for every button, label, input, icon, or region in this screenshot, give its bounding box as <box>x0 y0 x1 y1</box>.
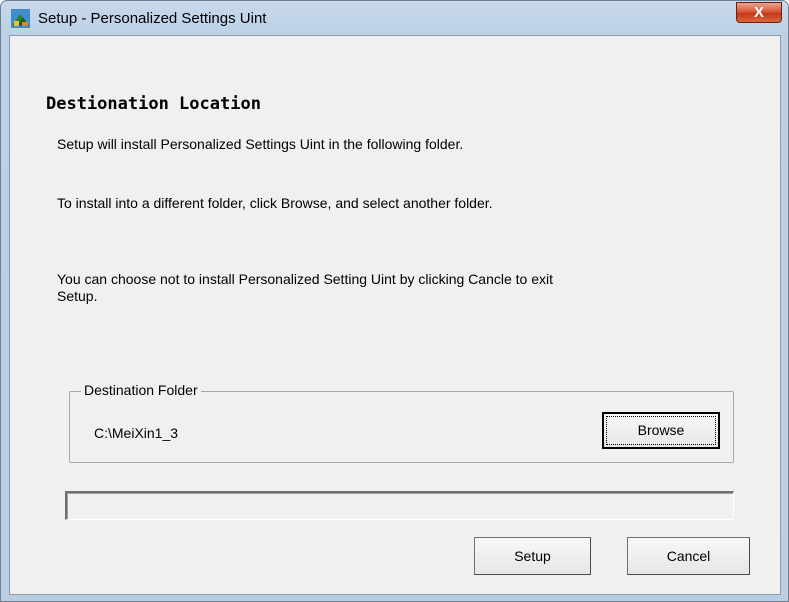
cancel-hint-text-continued: Setup. <box>57 288 98 304</box>
cancel-button[interactable]: Cancel <box>627 537 750 575</box>
setup-window: Setup - Personalized Settings Uint X Des… <box>0 0 789 602</box>
title-bar[interactable]: Setup - Personalized Settings Uint X <box>1 1 788 35</box>
destination-folder-label: Destination Folder <box>81 382 201 399</box>
page-heading: Destionation Location <box>46 94 261 114</box>
installer-icon <box>11 9 30 28</box>
close-icon: X <box>753 4 764 21</box>
destination-path: C:\MeiXin1_3 <box>94 425 179 441</box>
install-progress-bar <box>65 491 734 520</box>
close-button[interactable]: X <box>736 2 782 23</box>
browse-hint-text: To install into a different folder, clic… <box>57 195 493 211</box>
setup-button[interactable]: Setup <box>474 537 591 575</box>
install-info-text: Setup will install Personalized Settings… <box>57 136 464 152</box>
browse-button[interactable]: Browse <box>602 412 720 449</box>
window-title: Setup - Personalized Settings Uint <box>38 10 267 27</box>
browse-button-label: Browse <box>606 416 716 445</box>
cancel-hint-text: You can choose not to install Personaliz… <box>57 271 553 287</box>
